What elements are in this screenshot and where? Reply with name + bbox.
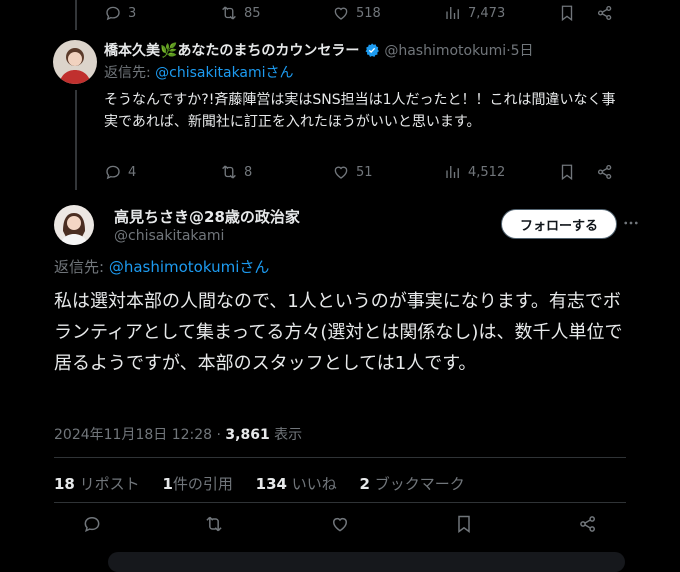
like-count: 51 <box>356 164 373 180</box>
verified-icon <box>364 42 380 58</box>
reply-tweet-actions: 4 8 51 4,512 <box>104 163 680 183</box>
views-count: 7,473 <box>468 5 506 21</box>
views-label: 表示 <box>269 427 303 443</box>
reply-button[interactable]: 3 <box>104 4 136 22</box>
views-icon <box>444 163 462 181</box>
views-button[interactable]: 4,512 <box>444 163 505 181</box>
divider <box>54 457 626 458</box>
reply-to-prefix: 返信先: <box>104 65 156 81</box>
views-icon <box>444 4 462 22</box>
reply-tweet-header: 橋本久美🌿あなたのまちのカウンセラー @hashimotokumi·5日 <box>104 40 534 60</box>
reposts-count: 18 <box>54 475 75 493</box>
retweet-icon <box>220 163 238 181</box>
timestamp[interactable]: 5日 <box>511 43 534 59</box>
thread-line <box>75 90 77 190</box>
main-tweet-action-bar <box>54 510 626 540</box>
bookmark-button[interactable] <box>454 514 474 534</box>
display-name-suffix[interactable]: あなたのまちのカウンセラー <box>177 43 359 59</box>
like-icon <box>332 4 350 22</box>
views-count: 3,861 <box>225 427 270 443</box>
retweet-count: 8 <box>244 164 253 180</box>
display-name[interactable]: 高見ちさき@28歳の政治家 <box>114 208 300 226</box>
reply-count: 4 <box>128 164 137 180</box>
bookmarks-label: ブックマーク <box>369 475 465 493</box>
engagement-stats: 18 リポスト 1件の引用 134 いいね 2 ブックマーク <box>54 473 483 494</box>
reply-icon <box>82 514 102 534</box>
likes-count: 134 <box>255 475 287 493</box>
share-button[interactable] <box>578 514 598 534</box>
like-icon <box>330 514 350 534</box>
share-icon <box>596 4 614 22</box>
reply-button[interactable] <box>82 514 102 534</box>
retweet-count: 85 <box>244 5 261 21</box>
divider <box>54 502 626 503</box>
quotes-stat[interactable]: 1件の引用 <box>162 475 232 493</box>
retweet-button[interactable]: 8 <box>220 163 252 181</box>
share-icon <box>596 163 614 181</box>
like-button[interactable]: 518 <box>332 4 381 22</box>
reply-to-line: 返信先: @chisakitakamiさん <box>104 62 294 82</box>
reply-icon <box>104 163 122 181</box>
separator: · <box>212 427 226 443</box>
like-count: 518 <box>356 5 381 21</box>
reply-to-prefix: 返信先: <box>54 258 109 276</box>
retweet-button[interactable]: 85 <box>220 4 261 22</box>
display-name[interactable]: 橋本久美 <box>104 43 160 59</box>
retweet-icon <box>220 4 238 22</box>
share-icon <box>578 514 598 534</box>
follow-button[interactable]: フォローする <box>501 209 617 239</box>
like-button[interactable]: 51 <box>332 163 373 181</box>
reply-count: 3 <box>128 5 137 21</box>
timestamp[interactable]: 2024年11月18日 12:28 <box>54 427 212 443</box>
likes-stat[interactable]: 134 いいね <box>256 475 337 493</box>
thread-line <box>75 0 77 30</box>
quotes-count: 1 <box>162 475 173 493</box>
bookmark-icon <box>558 163 576 181</box>
reply-to-link[interactable]: @chisakitakamiさん <box>155 65 293 81</box>
likes-label: いいね <box>286 475 337 493</box>
reposts-label: リポスト <box>74 475 140 493</box>
handle[interactable]: @hashimotokumi <box>384 43 506 59</box>
bookmark-button[interactable] <box>558 4 576 22</box>
reposts-stat[interactable]: 18 リポスト <box>54 475 140 493</box>
handle[interactable]: @chisakitakami <box>114 228 224 244</box>
bookmarks-stat[interactable]: 2 ブックマーク <box>360 475 465 493</box>
share-button[interactable] <box>596 163 614 181</box>
avatar[interactable] <box>54 205 94 245</box>
like-icon <box>332 163 350 181</box>
retweet-button[interactable] <box>204 514 224 534</box>
retweet-icon <box>204 514 224 534</box>
like-button[interactable] <box>330 514 350 534</box>
bookmark-icon <box>454 514 474 534</box>
name-emoji: 🌿 <box>160 43 178 59</box>
views-count: 4,512 <box>468 164 506 180</box>
bookmark-icon <box>558 4 576 22</box>
tweet-meta: 2024年11月18日 12:28 · 3,861 表示 <box>54 424 302 444</box>
views-button[interactable]: 7,473 <box>444 4 505 22</box>
reply-icon <box>104 4 122 22</box>
reply-button[interactable]: 4 <box>104 163 136 181</box>
quotes-label: 件の引用 <box>172 475 233 493</box>
reply-composer[interactable] <box>108 552 625 572</box>
bookmark-button[interactable] <box>558 163 576 181</box>
bookmarks-count: 2 <box>359 475 370 493</box>
reply-to-link[interactable]: @hashimotokumiさん <box>109 258 270 276</box>
tweet-text: 私は選対本部の人間なので、1人というのが事実になります。有志でボランティアとして… <box>54 291 623 374</box>
more-icon[interactable] <box>622 214 640 232</box>
prev-tweet-actions: 3 85 518 7,473 <box>104 4 680 24</box>
tweet-text: そうなんですか?!斉藤陣営は実はSNS担当は1人だったと！！これは間違いなく事実… <box>104 92 616 130</box>
main-tweet-name[interactable]: 高見ちさき@28歳の政治家 <box>114 206 300 227</box>
reply-to-line: 返信先: @hashimotokumiさん <box>54 256 269 277</box>
avatar[interactable] <box>53 40 97 84</box>
share-button[interactable] <box>596 4 614 22</box>
